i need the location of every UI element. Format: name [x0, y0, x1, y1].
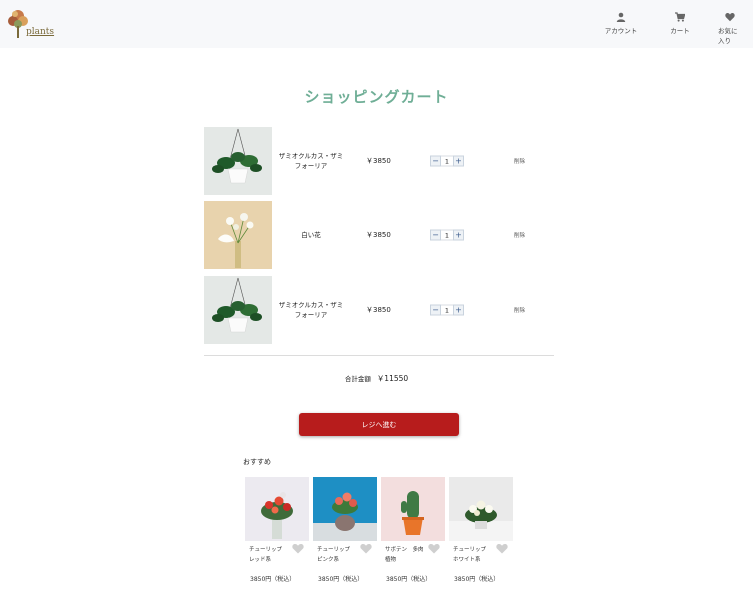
- logo-text: plants: [26, 27, 55, 37]
- recommendation-name-line2: 植物: [385, 557, 397, 563]
- recommendation-name-line2: ピンク系: [317, 557, 340, 563]
- recommendation-name-line1: サボテン 多肉: [385, 547, 424, 553]
- cart-item-price: ￥3850: [366, 306, 391, 314]
- quantity-stepper: − 1 +: [430, 155, 464, 167]
- cart-item-row: 白い花 ￥3850 − 1 + 削除: [204, 201, 554, 269]
- recommendation-name-line1: チューリップ: [317, 547, 351, 553]
- qty-plus-button[interactable]: +: [453, 304, 464, 316]
- cart-total: 合計金額 ￥11550: [0, 373, 753, 384]
- total-value: ￥11550: [376, 374, 409, 383]
- quantity-stepper: − 1 +: [430, 304, 464, 316]
- divider: [204, 355, 554, 356]
- quantity-stepper: − 1 +: [430, 229, 464, 241]
- cart-item-price: ￥3850: [366, 157, 391, 165]
- pink-tulip-image: [313, 477, 377, 541]
- qty-plus-button[interactable]: +: [453, 229, 464, 241]
- cart-item-name[interactable]: 白い花: [276, 230, 346, 240]
- favorite-heart-icon[interactable]: [292, 543, 304, 554]
- cart-item-name[interactable]: ザミオクルカス・ザミフォーリア: [276, 151, 346, 171]
- nav-cart-label: カート: [670, 27, 690, 35]
- page-title: ショッピングカート: [304, 88, 449, 106]
- cactus-image: [381, 477, 445, 541]
- recommendation-card[interactable]: チューリップ ホワイト系 3850円（税込）: [449, 477, 513, 583]
- nav-favorites-label: お気に入り: [718, 27, 738, 45]
- qty-value: 1: [441, 155, 453, 167]
- recommendation-card[interactable]: チューリップ ピンク系 3850円（税込）: [313, 477, 377, 583]
- recommendations-title: おすすめ: [243, 458, 271, 466]
- cart-item-row: ザミオクルカス・ザミフォーリア ￥3850 − 1 + 削除: [204, 127, 554, 195]
- nav-account-label: アカウント: [604, 27, 638, 35]
- recommendation-price: 3850円（税込）: [454, 576, 500, 583]
- nav-account[interactable]: アカウント: [602, 12, 640, 35]
- total-label: 合計金額: [344, 375, 371, 383]
- remove-button[interactable]: 削除: [514, 157, 525, 165]
- white-flowers-image: [204, 201, 272, 269]
- qty-minus-button[interactable]: −: [430, 229, 441, 241]
- qty-plus-button[interactable]: +: [453, 155, 464, 167]
- qty-value: 1: [441, 229, 453, 241]
- recommendation-name-line2: ホワイト系: [453, 557, 481, 563]
- favorite-heart-icon[interactable]: [496, 543, 508, 554]
- recommendation-name: チューリップ レッド系: [249, 545, 293, 565]
- person-icon: [616, 12, 626, 22]
- remove-button[interactable]: 削除: [514, 231, 525, 239]
- recommendation-name-line1: チューリップ: [453, 547, 487, 553]
- qty-minus-button[interactable]: −: [430, 304, 441, 316]
- recommendation-card[interactable]: サボテン 多肉 植物 3850円（税込）: [381, 477, 445, 583]
- qty-value: 1: [441, 304, 453, 316]
- white-flower-image: [449, 477, 513, 541]
- recommendation-name-line2: レッド系: [249, 557, 272, 563]
- nav-cart[interactable]: カート: [666, 12, 694, 35]
- recommendation-price: 3850円（税込）: [386, 576, 432, 583]
- favorite-heart-icon[interactable]: [360, 543, 372, 554]
- favorite-heart-icon[interactable]: [428, 543, 440, 554]
- remove-button[interactable]: 削除: [514, 306, 525, 314]
- recommendation-price: 3850円（税込）: [318, 576, 364, 583]
- nav-favorites[interactable]: お気に入り: [718, 12, 742, 45]
- recommendation-card[interactable]: チューリップ レッド系 3850円（税込）: [245, 477, 309, 583]
- recommendation-price: 3850円（税込）: [250, 576, 296, 583]
- cart-item-row: ザミオクルカス・ザミフォーリア ￥3850 − 1 + 削除: [204, 276, 554, 344]
- header: plants アカウント カート お気に入り: [0, 0, 753, 48]
- cart-icon: [675, 12, 685, 22]
- cart-item-name[interactable]: ザミオクルカス・ザミフォーリア: [276, 300, 346, 320]
- recommendation-name: チューリップ ホワイト系: [453, 545, 497, 565]
- hanging-plant-image: [204, 127, 272, 195]
- heart-icon: [725, 13, 735, 22]
- qty-minus-button[interactable]: −: [430, 155, 441, 167]
- recommendation-name: チューリップ ピンク系: [317, 545, 361, 565]
- red-tulip-image: [245, 477, 309, 541]
- cart-item-price: ￥3850: [366, 231, 391, 239]
- recommendation-name: サボテン 多肉 植物: [385, 545, 429, 565]
- checkout-button[interactable]: レジへ進む: [299, 413, 459, 436]
- hanging-plant-image: [204, 276, 272, 344]
- recommendation-name-line1: チューリップ: [249, 547, 283, 553]
